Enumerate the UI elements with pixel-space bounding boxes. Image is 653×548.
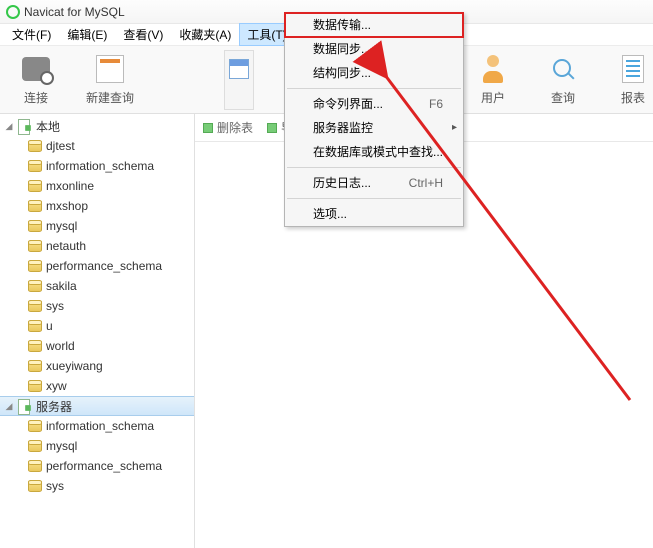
database-icon [28, 440, 42, 452]
menu-edit[interactable]: 编辑(E) [59, 23, 115, 46]
database-icon [28, 340, 42, 352]
toolbar: 连接 新建查询 数据传输... 数据同步... 结构同步... 命令列界面...… [0, 46, 653, 114]
database-label: mysql [46, 219, 77, 233]
expand-icon[interactable]: ◢ [4, 401, 14, 412]
database-label: performance_schema [46, 259, 162, 273]
new-query-icon [96, 55, 124, 83]
report-icon [622, 55, 644, 83]
menu-history-log[interactable]: 历史日志...Ctrl+H [285, 171, 463, 195]
database-information_schema[interactable]: information_schema [0, 416, 194, 436]
database-icon [28, 260, 42, 272]
app-title: Navicat for MySQL [24, 5, 125, 19]
database-label: u [46, 319, 53, 333]
database-label: sys [46, 479, 64, 493]
connection-label: 服务器 [36, 398, 72, 415]
import-icon [267, 123, 277, 133]
plug-icon [22, 57, 50, 81]
toolbar-new-query[interactable]: 新建查询 [86, 53, 134, 106]
connection-tree[interactable]: ◢ 本地 djtest information_schema mxonline mxsho… [0, 114, 195, 548]
database-label: performance_schema [46, 459, 162, 473]
user-icon [481, 55, 505, 83]
toolbar-users[interactable]: 用户 [473, 53, 513, 106]
search-icon [551, 57, 575, 81]
database-u[interactable]: u [0, 316, 194, 336]
database-sys[interactable]: sys [0, 476, 194, 496]
database-icon [28, 460, 42, 472]
database-label: sakila [46, 279, 77, 293]
database-xueyiwang[interactable]: xueyiwang [0, 356, 194, 376]
database-icon [28, 480, 42, 492]
toolbar-query[interactable]: 查询 [543, 53, 583, 106]
database-world[interactable]: world [0, 336, 194, 356]
connection-label: 本地 [36, 118, 60, 135]
connection-服务器[interactable]: ◢ 服务器 [0, 396, 194, 416]
menu-structure-sync[interactable]: 结构同步... [285, 61, 463, 85]
database-performance_schema[interactable]: performance_schema [0, 456, 194, 476]
database-label: mxonline [46, 179, 94, 193]
table-delete-icon [203, 123, 213, 133]
database-icon [28, 380, 42, 392]
database-sakila[interactable]: sakila [0, 276, 194, 296]
database-label: information_schema [46, 419, 154, 433]
menu-data-transfer[interactable]: 数据传输... [285, 13, 463, 37]
database-icon [28, 360, 42, 372]
database-label: xueyiwang [46, 359, 103, 373]
toolbar-query-label: 查询 [551, 89, 575, 106]
toolbar-new-query-label: 新建查询 [86, 89, 134, 106]
menu-server-monitor[interactable]: 服务器监控 [285, 116, 463, 140]
database-mysql[interactable]: mysql [0, 216, 194, 236]
tools-dropdown: 数据传输... 数据同步... 结构同步... 命令列界面...F6 服务器监控… [284, 12, 464, 227]
database-label: sys [46, 299, 64, 313]
database-mysql[interactable]: mysql [0, 436, 194, 456]
database-performance_schema[interactable]: performance_schema [0, 256, 194, 276]
separator [287, 198, 461, 199]
database-icon [28, 220, 42, 232]
menu-favorites[interactable]: 收藏夹(A) [171, 23, 239, 46]
toolbar-users-label: 用户 [481, 89, 505, 106]
database-icon [28, 160, 42, 172]
menu-options[interactable]: 选项... [285, 202, 463, 226]
btn-delete-table[interactable]: 删除表 [203, 119, 253, 136]
database-icon [28, 180, 42, 192]
database-label: information_schema [46, 159, 154, 173]
connection-本地[interactable]: ◢ 本地 [0, 116, 194, 136]
database-sys[interactable]: sys [0, 296, 194, 316]
database-icon [28, 420, 42, 432]
menu-console[interactable]: 命令列界面...F6 [285, 92, 463, 116]
app-icon [6, 5, 20, 19]
database-icon [28, 140, 42, 152]
database-djtest[interactable]: djtest [0, 136, 194, 156]
toolbar-connect[interactable]: 连接 [16, 53, 56, 106]
database-icon [28, 300, 42, 312]
database-label: xyw [46, 379, 67, 393]
database-label: djtest [46, 139, 75, 153]
menu-find-in-db[interactable]: 在数据库或模式中查找... [285, 140, 463, 164]
toolbar-connect-label: 连接 [24, 89, 48, 106]
toolbar-report-label: 报表 [621, 89, 645, 106]
menu-view[interactable]: 查看(V) [115, 23, 171, 46]
database-mxshop[interactable]: mxshop [0, 196, 194, 216]
separator [287, 167, 461, 168]
expand-icon[interactable]: ◢ [4, 121, 14, 132]
database-label: world [46, 339, 75, 353]
database-information_schema[interactable]: information_schema [0, 156, 194, 176]
database-icon [28, 280, 42, 292]
database-mxonline[interactable]: mxonline [0, 176, 194, 196]
connection-icon [18, 119, 32, 133]
database-icon [28, 240, 42, 252]
menu-data-sync[interactable]: 数据同步... [285, 37, 463, 61]
database-netauth[interactable]: netauth [0, 236, 194, 256]
menu-file[interactable]: 文件(F) [4, 23, 59, 46]
toolbar-report[interactable]: 报表 [613, 53, 653, 106]
database-icon [28, 200, 42, 212]
connection-icon [18, 399, 32, 413]
toolbar-partial[interactable] [224, 50, 254, 110]
table-icon [229, 59, 249, 79]
database-label: netauth [46, 239, 86, 253]
separator [287, 88, 461, 89]
database-label: mxshop [46, 199, 88, 213]
database-xyw[interactable]: xyw [0, 376, 194, 396]
database-icon [28, 320, 42, 332]
database-label: mysql [46, 439, 77, 453]
